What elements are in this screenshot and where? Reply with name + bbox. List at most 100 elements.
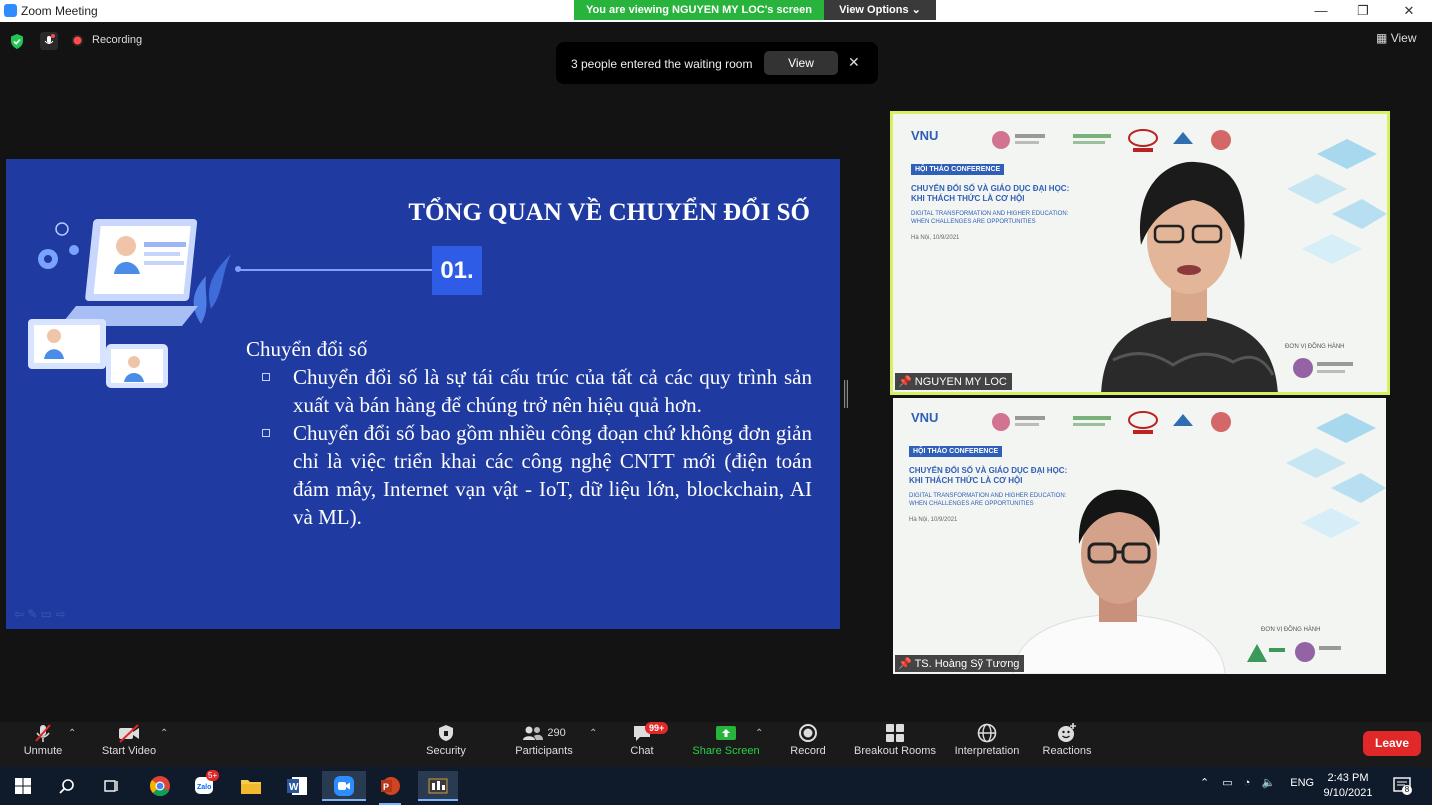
battery-icon[interactable]: ▭ bbox=[1222, 777, 1232, 789]
co-organizer-label: ĐƠN VỊ ĐỒNG HÀNH bbox=[1285, 344, 1345, 350]
record-label: Record bbox=[790, 745, 826, 757]
waiting-room-message: 3 people entered the waiting room bbox=[571, 57, 753, 71]
partner-logos bbox=[992, 411, 1231, 434]
reactions-button[interactable]: Reactions bbox=[1040, 722, 1094, 767]
leave-meeting-button[interactable]: Leave bbox=[1363, 731, 1421, 756]
grid-view-icon: ▦ bbox=[1376, 31, 1388, 45]
system-tray: ⌃ ▭ ◔ 🔈 ENG bbox=[1200, 776, 1314, 789]
zalo-badge: 5+ bbox=[206, 770, 220, 781]
clock-date: 9/10/2021 bbox=[1323, 787, 1373, 799]
tray-chevron-icon[interactable]: ⌃ bbox=[1200, 777, 1209, 789]
powerpoint-icon[interactable]: P bbox=[375, 771, 405, 805]
shared-screen-slide: TỔNG QUAN VỀ CHUYỂN ĐỔI SỐ 01. Chuyển đổ… bbox=[6, 159, 840, 629]
mic-muted-icon bbox=[35, 724, 51, 742]
bullet-square-icon bbox=[262, 373, 270, 381]
svg-text:W: W bbox=[289, 782, 299, 793]
breakout-rooms-icon bbox=[886, 724, 904, 742]
record-button[interactable]: Record bbox=[786, 722, 830, 767]
close-window-button[interactable]: ✕ bbox=[1386, 0, 1432, 22]
volume-icon[interactable]: 🔈 bbox=[1261, 777, 1275, 789]
search-icon[interactable] bbox=[52, 771, 82, 801]
security-label: Security bbox=[426, 745, 466, 757]
participant-name: TS. Hoàng Sỹ Tương bbox=[914, 658, 1020, 670]
file-explorer-icon[interactable] bbox=[236, 771, 266, 801]
conference-date: Hà Nội, 10/9/2021 bbox=[909, 517, 958, 523]
clock-time: 2:43 PM bbox=[1327, 772, 1369, 784]
svg-text:P: P bbox=[383, 782, 389, 792]
breakout-rooms-button[interactable]: Breakout Rooms bbox=[852, 722, 938, 767]
view-layout-button[interactable]: ▦ View bbox=[1376, 31, 1416, 45]
chat-label: Chat bbox=[630, 745, 654, 757]
unmute-label: Unmute bbox=[23, 745, 63, 757]
notification-center-icon[interactable]: 8 bbox=[1392, 775, 1414, 797]
share-screen-icon bbox=[716, 726, 736, 740]
slideshow-taskbar-icon[interactable] bbox=[418, 771, 458, 801]
share-screen-button[interactable]: Share Screen bbox=[690, 722, 762, 767]
conference-badge: HỘI THẢO CONFERENCE bbox=[911, 164, 1005, 175]
slide-nav-icons: ⇦ ✎ ▭ ⇨ bbox=[14, 607, 66, 621]
zoom-taskbar-icon[interactable] bbox=[322, 771, 366, 801]
zalo-icon[interactable]: Zalo 5+ bbox=[190, 770, 220, 801]
video-off-icon bbox=[119, 724, 139, 743]
active-app-underline bbox=[322, 799, 366, 801]
participant-name-tag: 📌 TS. Hoàng Sỹ Tương bbox=[895, 655, 1025, 672]
slide-bullet-text: Chuyển đổi số bao gồm nhiều công đoạn ch… bbox=[293, 421, 812, 529]
language-indicator[interactable]: ENG bbox=[1290, 777, 1314, 789]
slide-bullet-list: Chuyển đổi số là sự tái cấu trúc của tất… bbox=[260, 363, 812, 531]
decorative-cubes bbox=[1286, 413, 1386, 538]
co-organizer-label: ĐƠN VỊ ĐỒNG HÀNH bbox=[1261, 627, 1321, 633]
recording-label: Recording bbox=[92, 34, 143, 46]
reactions-label: Reactions bbox=[1042, 745, 1092, 757]
participants-chevron-icon[interactable]: ⌃ bbox=[589, 728, 597, 739]
close-notification-button[interactable]: ✕ bbox=[848, 54, 860, 71]
bullet-square-icon bbox=[262, 429, 270, 437]
windows-start-icon[interactable] bbox=[8, 771, 38, 801]
minimize-button[interactable]: — bbox=[1298, 0, 1344, 22]
share-options-chevron-icon[interactable]: ⌃ bbox=[755, 728, 763, 739]
svg-text:Zalo: Zalo bbox=[197, 784, 211, 791]
waiting-room-notification: 3 people entered the waiting room View ✕ bbox=[556, 42, 878, 84]
conference-title: CHUYỂN ĐỔI SỐ VÀ GIÁO DỤC ĐẠI HỌC: KHI T… bbox=[911, 184, 1070, 203]
interpretation-button[interactable]: Interpretation bbox=[950, 722, 1024, 767]
conference-date: Hà Nội, 10/9/2021 bbox=[911, 235, 960, 241]
security-button[interactable]: Security bbox=[420, 722, 472, 767]
chrome-icon[interactable] bbox=[145, 771, 175, 801]
record-icon bbox=[799, 724, 817, 742]
taskbar-clock[interactable]: 2:43 PM 9/10/2021 bbox=[1318, 771, 1378, 801]
network-icon[interactable]: ◔ bbox=[1244, 777, 1251, 789]
breakout-rooms-label: Breakout Rooms bbox=[854, 745, 936, 757]
splitter-handle[interactable] bbox=[843, 380, 849, 408]
slide-divider-line bbox=[238, 269, 432, 271]
shield-icon bbox=[439, 725, 453, 741]
shield-icon[interactable] bbox=[10, 34, 24, 49]
participant-name-tag: 📌 NGUYEN MY LOC bbox=[895, 373, 1012, 390]
active-app-underline bbox=[418, 799, 458, 801]
pin-icon: 📌 bbox=[898, 658, 912, 670]
video-options-chevron-icon[interactable]: ⌃ bbox=[160, 728, 168, 739]
participant-video bbox=[1101, 161, 1278, 392]
unmute-button[interactable]: Unmute bbox=[18, 722, 68, 767]
word-icon[interactable]: W bbox=[282, 771, 312, 801]
vnu-logo: VNU bbox=[911, 128, 939, 143]
view-options-button[interactable]: View Options ⌄ bbox=[824, 0, 936, 20]
video-tile-participant[interactable]: VNU HỘI THẢO CONFERENCE CHUYỂN ĐỔI SỐ VÀ… bbox=[893, 398, 1386, 674]
waiting-room-view-button[interactable]: View bbox=[764, 51, 838, 75]
start-video-button[interactable]: Start Video bbox=[98, 722, 160, 767]
maximize-button[interactable]: ❐ bbox=[1340, 0, 1386, 22]
meeting-toolbar: Unmute ⌃ Start Video ⌃ Security 290 Part… bbox=[0, 722, 1432, 767]
start-video-label: Start Video bbox=[101, 745, 157, 757]
conference-subtitle: DIGITAL TRANSFORMATION AND HIGHER EDUCAT… bbox=[911, 211, 1069, 225]
slide-bullet: Chuyển đổi số bao gồm nhiều công đoạn ch… bbox=[260, 419, 812, 531]
globe-icon bbox=[977, 723, 997, 743]
view-layout-label: View bbox=[1390, 31, 1417, 45]
participants-button[interactable]: 290 Participants bbox=[510, 722, 578, 767]
chat-unread-badge: 99+ bbox=[645, 722, 669, 734]
task-view-icon[interactable] bbox=[96, 771, 126, 801]
audio-indicator-icon bbox=[40, 32, 58, 50]
share-screen-label: Share Screen bbox=[692, 745, 760, 757]
video-tile-active-speaker[interactable]: VNU HỘI THẢO CONFERENCE CHUYỂN ĐỔI SỐ VÀ… bbox=[890, 111, 1390, 395]
conference-title: CHUYỂN ĐỔI SỐ VÀ GIÁO DỤC ĐẠI HỌC: KHI T… bbox=[909, 466, 1068, 485]
interpretation-label: Interpretation bbox=[954, 745, 1020, 757]
slide-heading: Chuyển đổi số bbox=[246, 337, 368, 361]
audio-options-chevron-icon[interactable]: ⌃ bbox=[68, 728, 76, 739]
